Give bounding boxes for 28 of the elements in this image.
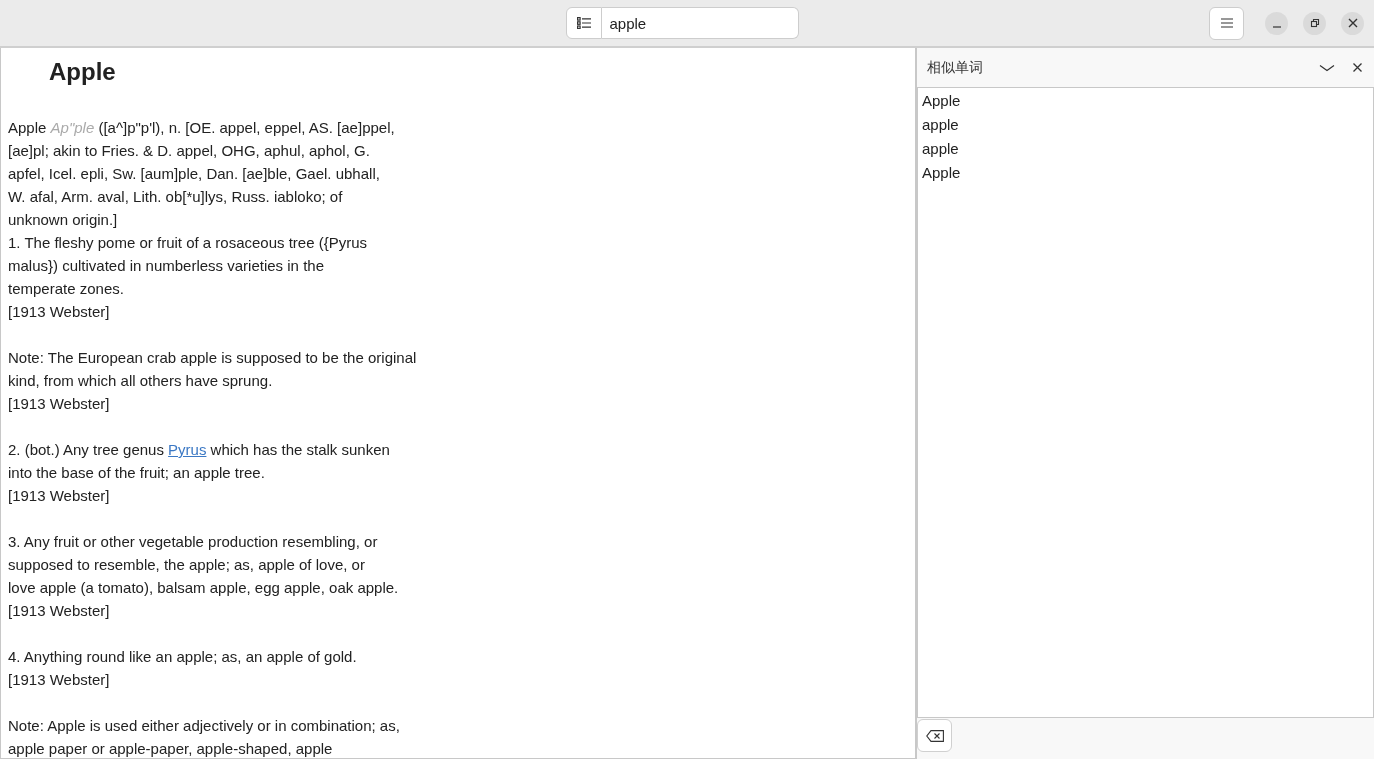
definition-text: 2. (bot.) Any tree genus Pyrus which has the stalk sunken into the base of the fruit; an apple tree. [1913 Webster] — [8, 440, 391, 506]
minimize-icon — [1272, 25, 1281, 28]
word-list-item[interactable]: Apple — [918, 161, 1373, 185]
definition-text: Note: Apple is used either adjectively or in combination; as, apple paper or apple-paper, apple-shaped, apple — [8, 716, 401, 758]
definition-text: 4. Anything round like an apple; as, an apple of gold. [1913 Webster] — [8, 647, 358, 690]
list-button[interactable] — [565, 7, 602, 39]
close-button[interactable] — [1341, 11, 1364, 35]
entry-title: Apple — [48, 57, 117, 87]
search-field[interactable]: apple — [601, 7, 799, 39]
panel-title: 相似单词 — [927, 58, 983, 77]
word-list-item[interactable]: apple — [918, 113, 1373, 137]
minimize-button[interactable] — [1265, 11, 1288, 35]
restore-button[interactable] — [1303, 11, 1326, 35]
definition-text: Apple Ap"ple ([a^]p"p'l), n. [OE. appel, eppel, AS. [ae]ppel, [ae]pl; akin to Fries. & D. appel, OHG, aphul, aphol, G. apfel, Icel. epli, Sw. [aum]ple, Dan. [ae]ble, Gael. ubhall, W. afal, Arm. aval, Lith. ob[*u]lys, Russ. iabloko; of unknown origin.] 1. The fleshy pome or fruit of a rosaceous tree ({Pyrus malus}) cultivated in numberless varieties in the temperate zones. [1913 Webster] — [8, 118, 396, 322]
definition-text: Note: The European crab apple is supposed to be the original kind, from which all others have sprung. [1913 Webster] — [8, 348, 418, 414]
word-link[interactable]: Pyrus — [168, 441, 207, 458]
word-list-item[interactable]: apple — [918, 137, 1373, 161]
definition-text: 3. Any fruit or other vegetable production resembling, or supposed to resemble, the apple; as, apple of love, or love apple (a tomato), balsam apple, egg apple, oak apple. [1913 Webster] — [8, 532, 400, 621]
clear-button[interactable] — [917, 719, 952, 752]
close-icon — [1347, 18, 1358, 28]
word-list-item[interactable]: Apple — [918, 89, 1373, 113]
menu-button[interactable] — [1209, 6, 1244, 40]
restore-icon — [1309, 18, 1320, 28]
close-icon — [1353, 63, 1362, 72]
menu-icon — [1220, 18, 1233, 28]
backspace-icon — [925, 729, 944, 742]
list-icon — [576, 17, 591, 29]
chevron-down-icon — [1319, 63, 1335, 72]
